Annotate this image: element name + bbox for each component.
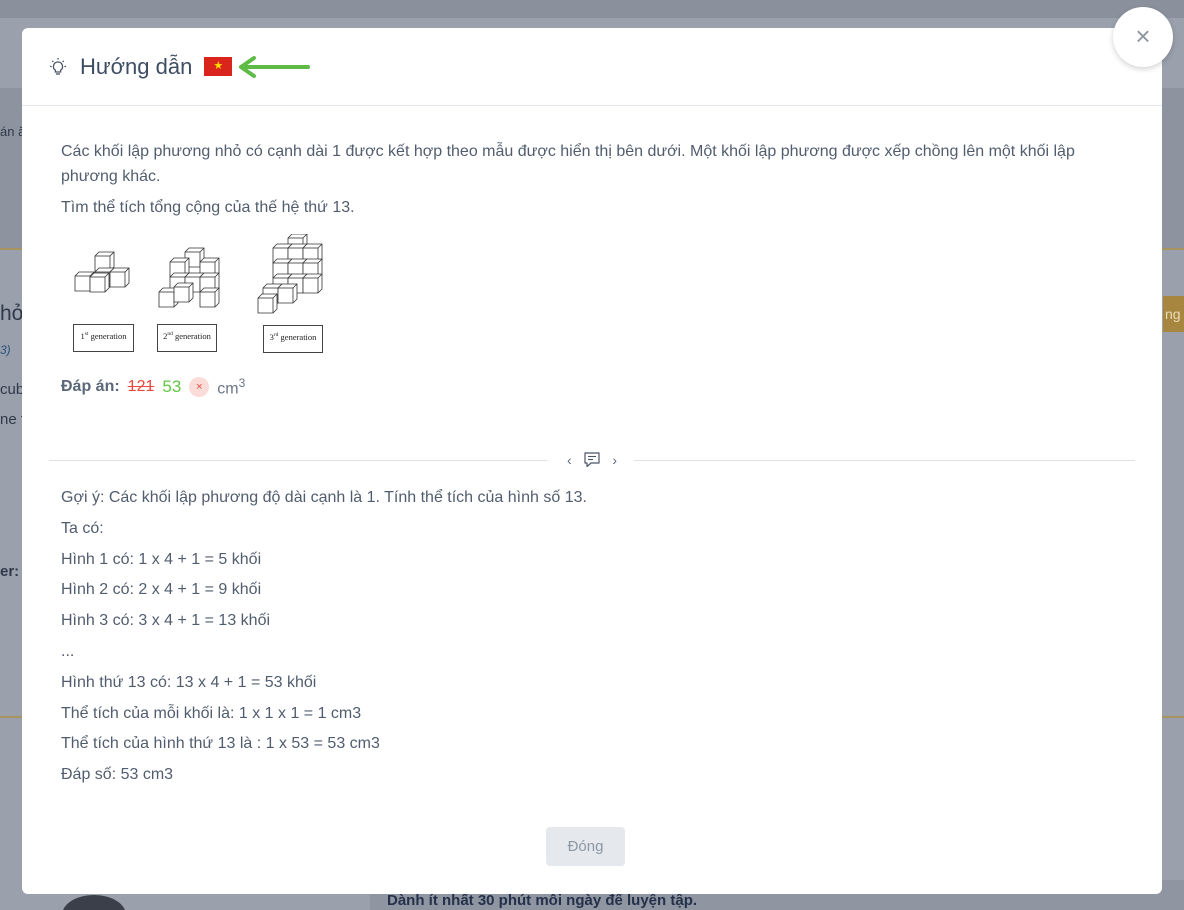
divider-line [634,460,1135,461]
background-text: er: [0,563,20,580]
answer-unit: cm3 [217,376,246,398]
user-answer-wrong: 121 [127,378,155,396]
hint-line: Thể tích của hình thứ 13 là : 1 x 53 = 5… [61,735,380,753]
prev-chevron-icon[interactable]: ‹ [567,452,572,468]
avatar [62,895,126,910]
close-icon[interactable]: × [1113,7,1173,67]
close-modal-button[interactable]: Đóng [546,827,625,866]
guide-modal: Hướng dẫn ★ Các khối lập phương nhỏ có c… [22,28,1162,894]
hint-line: Ta có: [61,519,104,537]
modal-header: Hướng dẫn ★ [22,28,1162,106]
background-top-bar [0,0,1184,18]
wrong-icon: × [189,377,210,398]
hint-line: Gợi ý: Các khối lập phương độ dài cạnh l… [61,489,587,506]
hint-line: Hình 1 có: 1 x 4 + 1 = 5 khối [61,550,262,568]
answer-row: Đáp án: 121 53 × cm3 [61,376,1123,398]
comment-icon[interactable] [583,452,601,468]
modal-title: Hướng dẫn [80,53,193,79]
hint-line: Đáp số: 53 cm3 [61,766,174,784]
background-text: 3) [0,343,11,357]
next-chevron-icon[interactable]: › [612,452,617,468]
generation-3-label: 3rd generation [263,325,323,353]
divider-line [49,460,547,461]
hint-line: Hình 3 có: 3 x 4 + 1 = 13 khối [61,612,271,630]
background-banner-text: Dành ít nhất 30 phút mỗi ngày để luyện t… [387,892,698,909]
generation-1-label: 1st generation [73,324,134,352]
hint-line: Hình thứ 13 có: 13 x 4 + 1 = 53 khối [61,673,317,691]
cube-generations-figure: 1st generation 2nd generation 3rd genera… [61,234,341,364]
question-prompt: Tìm thể tích tổng cộng của thế hệ thứ 13… [61,199,355,216]
question-content: Các khối lập phương nhỏ có cạnh dài 1 đư… [22,139,1162,398]
hint-section: Gợi ý: Các khối lập phương độ dài cạnh l… [61,485,1121,793]
solution-nav: ‹ › [567,449,617,471]
hint-line: Hình 2 có: 2 x 4 + 1 = 9 khối [61,581,262,599]
background-button: ng [1163,296,1184,332]
question-text: Các khối lập phương nhỏ có cạnh dài 1 đư… [61,143,1075,185]
background-text: cub [0,381,25,398]
solution-divider: ‹ › [49,452,1135,468]
vietnam-flag-icon[interactable]: ★ [204,57,233,76]
background-text: hỏ [0,302,24,325]
hint-line: Thể tích của mỗi khối là: 1 x 1 x 1 = 1 … [61,704,362,722]
generation-2-label: 2nd generation [157,324,217,352]
green-arrow-icon [236,55,312,79]
answer-label: Đáp án: [61,378,120,396]
hint-line: ... [61,642,75,660]
correct-answer: 53 [162,377,182,397]
lightbulb-icon [48,57,68,77]
